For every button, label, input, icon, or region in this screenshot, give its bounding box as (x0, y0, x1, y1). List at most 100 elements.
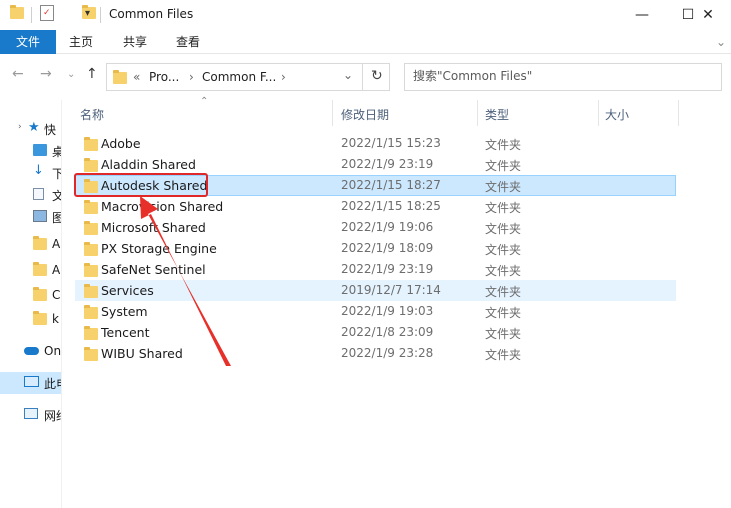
search-input[interactable] (413, 69, 713, 83)
column-separator[interactable] (477, 100, 478, 126)
refresh-icon[interactable]: ↻ (371, 68, 383, 84)
table-row[interactable]: Macrovision Shared 2022/1/15 18:25 文件夹 (75, 196, 676, 217)
annotation-highlight-box (74, 173, 208, 197)
file-type: 文件夹 (485, 159, 522, 173)
file-date: 2019/12/7 17:14 (341, 283, 441, 297)
column-separator[interactable] (678, 100, 679, 126)
file-name[interactable]: WIBU Shared (101, 346, 183, 361)
file-name[interactable]: Aladdin Shared (101, 157, 196, 172)
nav-folder-a1[interactable]: A (0, 234, 61, 256)
cloud-icon (24, 347, 39, 355)
back-arrow-icon[interactable]: ← (12, 66, 24, 82)
address-dropdown-icon[interactable]: ⌄ (343, 68, 353, 82)
search-box[interactable] (404, 63, 722, 91)
customize-toolbar-icon[interactable]: ▾ (85, 8, 90, 19)
nav-label: k (52, 312, 59, 326)
table-row[interactable]: Tencent 2022/1/8 23:09 文件夹 (75, 322, 676, 343)
file-name[interactable]: Services (101, 283, 154, 298)
file-name[interactable]: SafeNet Sentinel (101, 262, 206, 277)
folder-icon (84, 242, 98, 256)
file-date: 2022/1/9 23:19 (341, 262, 434, 276)
tab-file[interactable]: 文件 (0, 30, 56, 54)
file-name[interactable]: PX Storage Engine (101, 241, 217, 256)
ribbon-expand-icon[interactable]: ⌄ (712, 30, 730, 54)
breadcrumb-separator[interactable]: › (189, 70, 194, 84)
file-name[interactable]: Adobe (101, 136, 141, 151)
address-bar[interactable]: « Pro... › Common F... › ⌄ ↻ (106, 63, 390, 91)
nav-folder-k[interactable]: k (0, 309, 61, 331)
tab-share[interactable]: 共享 (115, 30, 155, 54)
column-header-name[interactable]: 名称 (80, 106, 104, 123)
nav-quick-access[interactable]: › ★ 快 (0, 118, 61, 140)
breadcrumb-common-files[interactable]: Common F... (202, 70, 276, 84)
table-row[interactable]: Adobe 2022/1/15 15:23 文件夹 (75, 133, 676, 154)
ribbon-tabs: 文件 主页 共享 查看 ⌄ (0, 30, 731, 54)
address-overflow[interactable]: « (133, 70, 140, 84)
nav-pictures[interactable]: 图 (0, 206, 61, 228)
properties-icon[interactable]: ✓ (40, 5, 54, 21)
folder-icon (33, 236, 47, 250)
file-name[interactable]: Microsoft Shared (101, 220, 206, 235)
file-type: 文件夹 (485, 180, 522, 194)
download-icon: ↓ (33, 163, 44, 178)
recent-locations-icon[interactable]: ⌄ (67, 69, 75, 80)
nav-onedrive[interactable]: On (0, 341, 62, 363)
column-separator[interactable] (332, 100, 333, 126)
nav-label: 桌 (52, 143, 61, 160)
breadcrumb-program-files[interactable]: Pro... (149, 70, 179, 84)
nav-label: On (44, 344, 62, 358)
column-header-type[interactable]: 类型 (485, 106, 509, 123)
nav-documents[interactable]: 文 (0, 184, 61, 206)
table-row[interactable]: SafeNet Sentinel 2022/1/9 23:19 文件夹 (75, 259, 676, 280)
folder-icon (33, 311, 47, 325)
file-type: 文件夹 (485, 327, 522, 341)
folder-icon (84, 326, 98, 340)
file-type: 文件夹 (485, 306, 522, 320)
file-type: 文件夹 (485, 285, 522, 299)
file-date: 2022/1/15 15:23 (341, 136, 441, 150)
table-row[interactable]: WIBU Shared 2022/1/9 23:28 文件夹 (75, 343, 676, 364)
file-date: 2022/1/9 19:06 (341, 220, 434, 234)
table-row[interactable]: Microsoft Shared 2022/1/9 19:06 文件夹 (75, 217, 676, 238)
file-list: Adobe 2022/1/15 15:23 文件夹 Aladdin Shared… (75, 133, 676, 364)
table-row[interactable]: Aladdin Shared 2022/1/9 23:19 文件夹 (75, 154, 676, 175)
folder-icon (113, 70, 127, 84)
file-name[interactable]: Tencent (101, 325, 150, 340)
folder-icon (33, 262, 47, 276)
table-row[interactable]: PX Storage Engine 2022/1/9 18:09 文件夹 (75, 238, 676, 259)
tab-view[interactable]: 查看 (168, 30, 208, 54)
breadcrumb-separator[interactable]: › (281, 70, 286, 84)
column-header-size[interactable]: 大小 (605, 106, 629, 123)
picture-icon (33, 210, 47, 222)
nav-folder-c[interactable]: C (0, 285, 61, 307)
forward-arrow-icon[interactable]: → (40, 66, 52, 82)
nav-downloads[interactable]: ↓ 下 (0, 162, 61, 184)
file-date: 2022/1/8 23:09 (341, 325, 434, 339)
table-row[interactable]: System 2022/1/9 19:03 文件夹 (75, 301, 676, 322)
network-icon (24, 408, 38, 419)
folder-icon (84, 347, 98, 361)
chevron-right-icon[interactable]: › (18, 122, 22, 132)
nav-desktop[interactable]: 桌 (0, 140, 61, 162)
nav-folder-a2[interactable]: A (0, 260, 61, 282)
tab-home[interactable]: 主页 (61, 30, 101, 54)
column-header-modified[interactable]: 修改日期 (341, 106, 389, 123)
file-name[interactable]: Macrovision Shared (101, 199, 223, 214)
nav-network[interactable]: 网络 (0, 404, 61, 426)
window-title: Common Files (109, 7, 194, 21)
nav-this-pc[interactable]: 此电 (0, 372, 61, 394)
file-name[interactable]: System (101, 304, 148, 319)
close-button[interactable]: ✕ (685, 0, 731, 30)
table-row-hover[interactable]: Services 2019/12/7 17:14 文件夹 (75, 280, 676, 301)
file-type: 文件夹 (485, 264, 522, 278)
star-icon: ★ (28, 120, 40, 135)
file-date: 2022/1/15 18:27 (341, 178, 441, 192)
nav-label: 下 (52, 165, 61, 182)
minimize-button[interactable]: — (619, 0, 665, 30)
up-arrow-icon[interactable]: ↑ (86, 66, 98, 82)
document-icon (33, 188, 44, 200)
column-separator[interactable] (598, 100, 599, 126)
nav-label: C (52, 288, 61, 302)
folder-icon (84, 221, 98, 235)
computer-icon (24, 376, 39, 387)
